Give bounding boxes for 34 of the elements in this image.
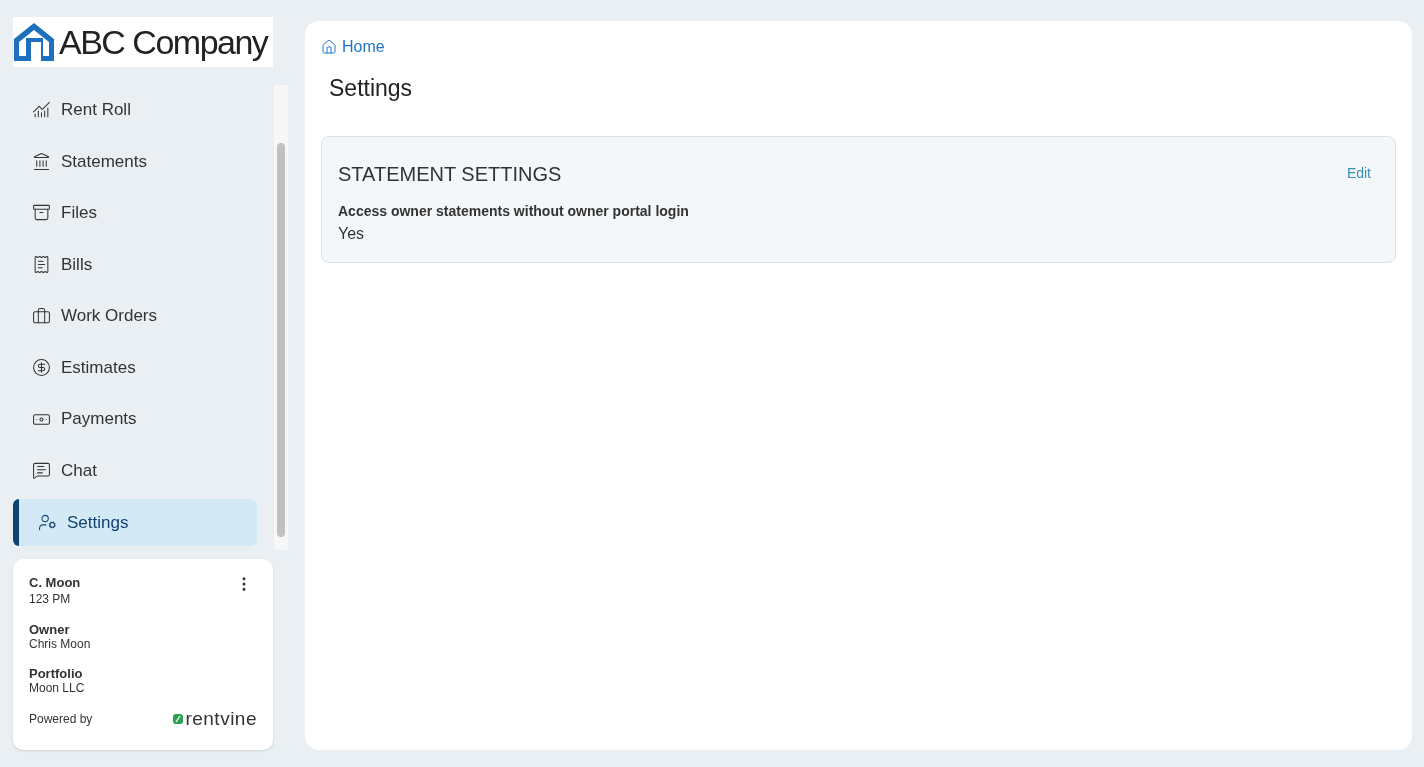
field-value: Chris Moon [29, 637, 92, 651]
user-gear-icon [38, 512, 57, 532]
briefcase-icon [32, 306, 51, 326]
chat-icon [32, 461, 51, 481]
dollar-icon [32, 358, 51, 378]
page-title: Settings [329, 74, 414, 103]
sidebar-item[interactable]: Estimates [13, 343, 257, 392]
sidebar-item[interactable]: Statements [13, 137, 257, 186]
sidebar-item[interactable]: Chat [13, 446, 257, 495]
sidebar-item[interactable]: Files [13, 189, 257, 237]
field-label: Portfolio [29, 667, 84, 681]
setting-label: Access owner statements without owner portal login [338, 201, 690, 221]
chart-icon [32, 100, 51, 120]
section-title: STATEMENT SETTINGS [338, 161, 562, 187]
sidebar-item[interactable]: Work Orders [13, 292, 257, 340]
house-logo-icon [13, 22, 55, 62]
home-link[interactable]: Home [321, 35, 385, 59]
bank-icon [32, 151, 51, 171]
user-unit: 123 PM [29, 591, 72, 607]
receipt-icon [32, 254, 51, 274]
user-name: C. Moon [29, 575, 81, 591]
sidebar-item[interactable]: Payments [13, 395, 257, 443]
home-icon [321, 39, 337, 55]
field-value: Moon LLC [29, 681, 86, 695]
sidebar-item[interactable]: Rent Roll [13, 86, 257, 134]
setting-value: Yes [338, 223, 366, 244]
field-label: Owner [29, 623, 71, 637]
archive-icon [32, 203, 51, 223]
powered-by-text: Powered by [29, 710, 93, 728]
sidebar-item[interactable]: Bills [13, 240, 257, 289]
company-name: ABC Company [59, 25, 268, 59]
brand-name: rentvine [185, 709, 257, 728]
scrollbar-thumb[interactable] [277, 143, 285, 537]
sidebar-item[interactable]: Settings [13, 498, 257, 547]
